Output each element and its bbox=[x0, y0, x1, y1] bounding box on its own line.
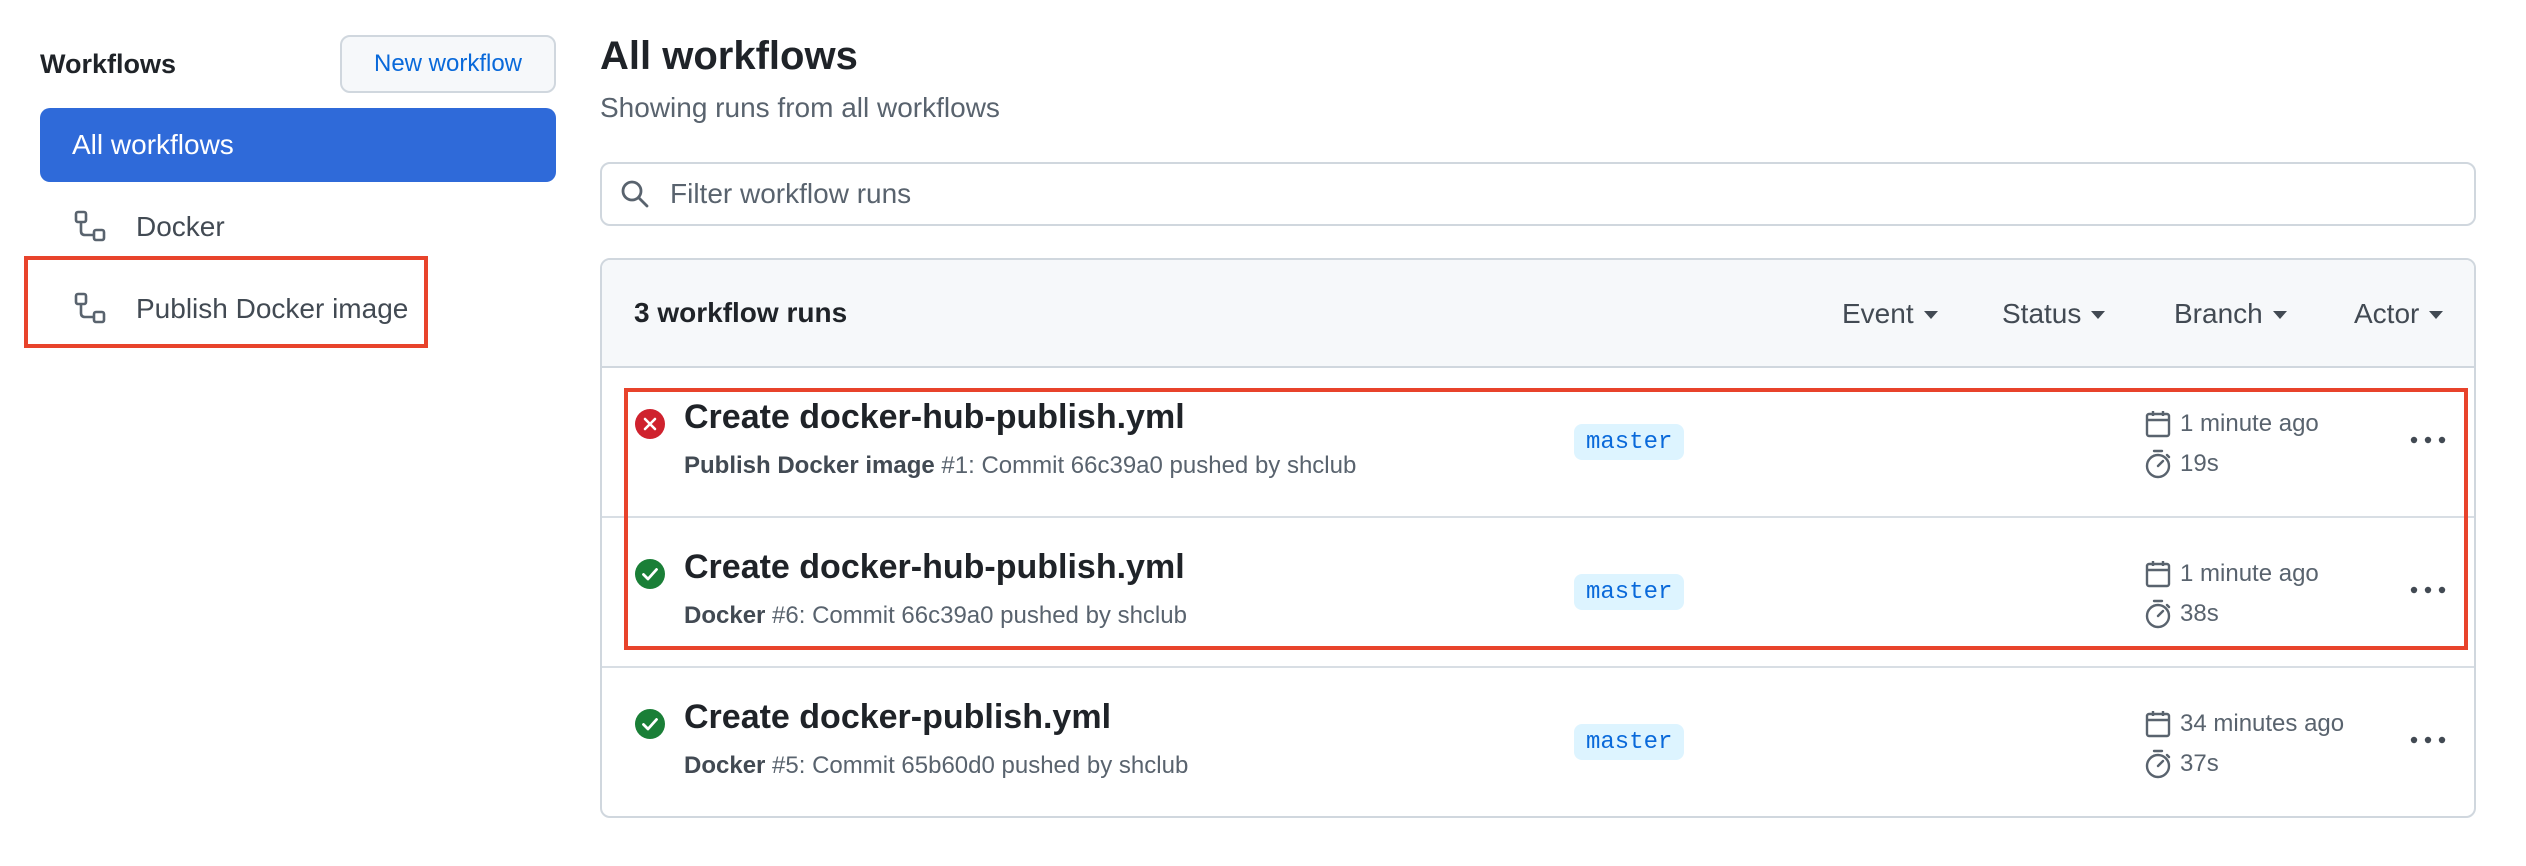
search-input[interactable] bbox=[670, 178, 2370, 210]
caret-down-icon bbox=[1923, 311, 1938, 319]
calendar-icon bbox=[2142, 708, 2174, 740]
sidebar-title: Workflows bbox=[40, 48, 177, 79]
more-options-icon[interactable] bbox=[2404, 720, 2452, 760]
branch-label[interactable]: master bbox=[1574, 574, 1685, 610]
run-timestamp: 1 minute ago bbox=[2142, 408, 2319, 440]
filter-label: Status bbox=[2002, 298, 2082, 329]
run-meta-text: #1: Commit 66c39a0 pushed by shclub bbox=[934, 452, 1357, 479]
run-workflow-name: Publish Docker image bbox=[684, 452, 935, 479]
branch-label[interactable]: master bbox=[1574, 424, 1685, 460]
filter-label: Event bbox=[1842, 298, 1914, 329]
run-workflow-name: Docker bbox=[684, 602, 766, 629]
failure-status-icon bbox=[634, 408, 666, 440]
search-icon bbox=[618, 177, 652, 211]
runs-list-header: 3 workflow runs Event Status Branch Acto… bbox=[602, 260, 2474, 368]
sidebar-item-label: Publish Docker image bbox=[136, 293, 409, 324]
filter-label: Actor bbox=[2354, 298, 2420, 329]
sidebar-item-docker[interactable]: Docker bbox=[40, 190, 556, 264]
status-filter-dropdown[interactable]: Status bbox=[2002, 260, 2106, 368]
run-time-text: 1 minute ago bbox=[2180, 410, 2319, 437]
run-title-link[interactable]: Create docker-publish.yml bbox=[684, 698, 1111, 737]
new-workflow-button[interactable]: New workflow bbox=[340, 35, 556, 93]
branch-label[interactable]: master bbox=[1574, 724, 1685, 760]
sidebar-header: Workflows New workflow bbox=[40, 34, 556, 94]
run-duration-text: 38s bbox=[2180, 600, 2219, 627]
run-duration: 37s bbox=[2142, 748, 2219, 780]
sidebar-item-publish-docker-image[interactable]: Publish Docker image bbox=[24, 256, 556, 348]
run-duration-text: 37s bbox=[2180, 750, 2219, 777]
page-title: All workflows bbox=[600, 34, 858, 78]
workflow-run-row[interactable]: Create docker-hub-publish.yml Publish Do… bbox=[602, 368, 2474, 518]
run-time-text: 34 minutes ago bbox=[2180, 710, 2345, 737]
more-options-icon[interactable] bbox=[2404, 570, 2452, 610]
branch-filter-dropdown[interactable]: Branch bbox=[2174, 260, 2287, 368]
caret-down-icon bbox=[2272, 311, 2287, 319]
run-meta-text: #6: Commit 66c39a0 pushed by shclub bbox=[765, 602, 1187, 629]
caret-down-icon bbox=[2091, 311, 2106, 319]
run-timestamp: 1 minute ago bbox=[2142, 558, 2319, 590]
filter-search-box[interactable] bbox=[600, 162, 2476, 226]
success-status-icon bbox=[634, 558, 666, 590]
caret-down-icon bbox=[2429, 311, 2444, 319]
calendar-icon bbox=[2142, 558, 2174, 590]
workflow-runs-list: 3 workflow runs Event Status Branch Acto… bbox=[600, 258, 2476, 818]
workflow-icon bbox=[72, 209, 108, 245]
sidebar-item-all-workflows[interactable]: All workflows bbox=[40, 108, 556, 182]
run-meta-text: #5: Commit 65b60d0 pushed by shclub bbox=[765, 752, 1189, 779]
run-title-link[interactable]: Create docker-hub-publish.yml bbox=[684, 398, 1185, 437]
workflows-sidebar: Workflows New workflow All workflows Doc… bbox=[24, 34, 556, 348]
workflow-run-row[interactable]: Create docker-hub-publish.yml Docker #6:… bbox=[602, 518, 2474, 668]
workflow-icon bbox=[72, 291, 108, 327]
runs-count: 3 workflow runs bbox=[634, 297, 848, 328]
stopwatch-icon bbox=[2142, 748, 2174, 780]
run-meta: Docker #6: Commit 66c39a0 pushed by shcl… bbox=[684, 602, 1187, 630]
run-meta: Docker #5: Commit 65b60d0 pushed by shcl… bbox=[684, 752, 1188, 780]
actor-filter-dropdown[interactable]: Actor bbox=[2354, 260, 2444, 368]
run-duration: 19s bbox=[2142, 448, 2219, 480]
workflow-run-row[interactable]: Create docker-publish.yml Docker #5: Com… bbox=[602, 668, 2474, 816]
stopwatch-icon bbox=[2142, 448, 2174, 480]
run-meta: Publish Docker image #1: Commit 66c39a0 … bbox=[684, 452, 1356, 480]
run-timestamp: 34 minutes ago bbox=[2142, 708, 2344, 740]
page-subtitle: Showing runs from all workflows bbox=[600, 92, 1000, 123]
calendar-icon bbox=[2142, 408, 2174, 440]
run-time-text: 1 minute ago bbox=[2180, 560, 2319, 587]
sidebar-item-label: All workflows bbox=[72, 129, 234, 160]
stopwatch-icon bbox=[2142, 598, 2174, 630]
more-options-icon[interactable] bbox=[2404, 420, 2452, 460]
sidebar-item-label: Docker bbox=[136, 211, 225, 242]
event-filter-dropdown[interactable]: Event bbox=[1842, 260, 1938, 368]
run-duration-text: 19s bbox=[2180, 450, 2219, 477]
run-title-link[interactable]: Create docker-hub-publish.yml bbox=[684, 548, 1185, 587]
run-duration: 38s bbox=[2142, 598, 2219, 630]
success-status-icon bbox=[634, 708, 666, 740]
run-workflow-name: Docker bbox=[684, 752, 766, 779]
filter-label: Branch bbox=[2174, 298, 2263, 329]
